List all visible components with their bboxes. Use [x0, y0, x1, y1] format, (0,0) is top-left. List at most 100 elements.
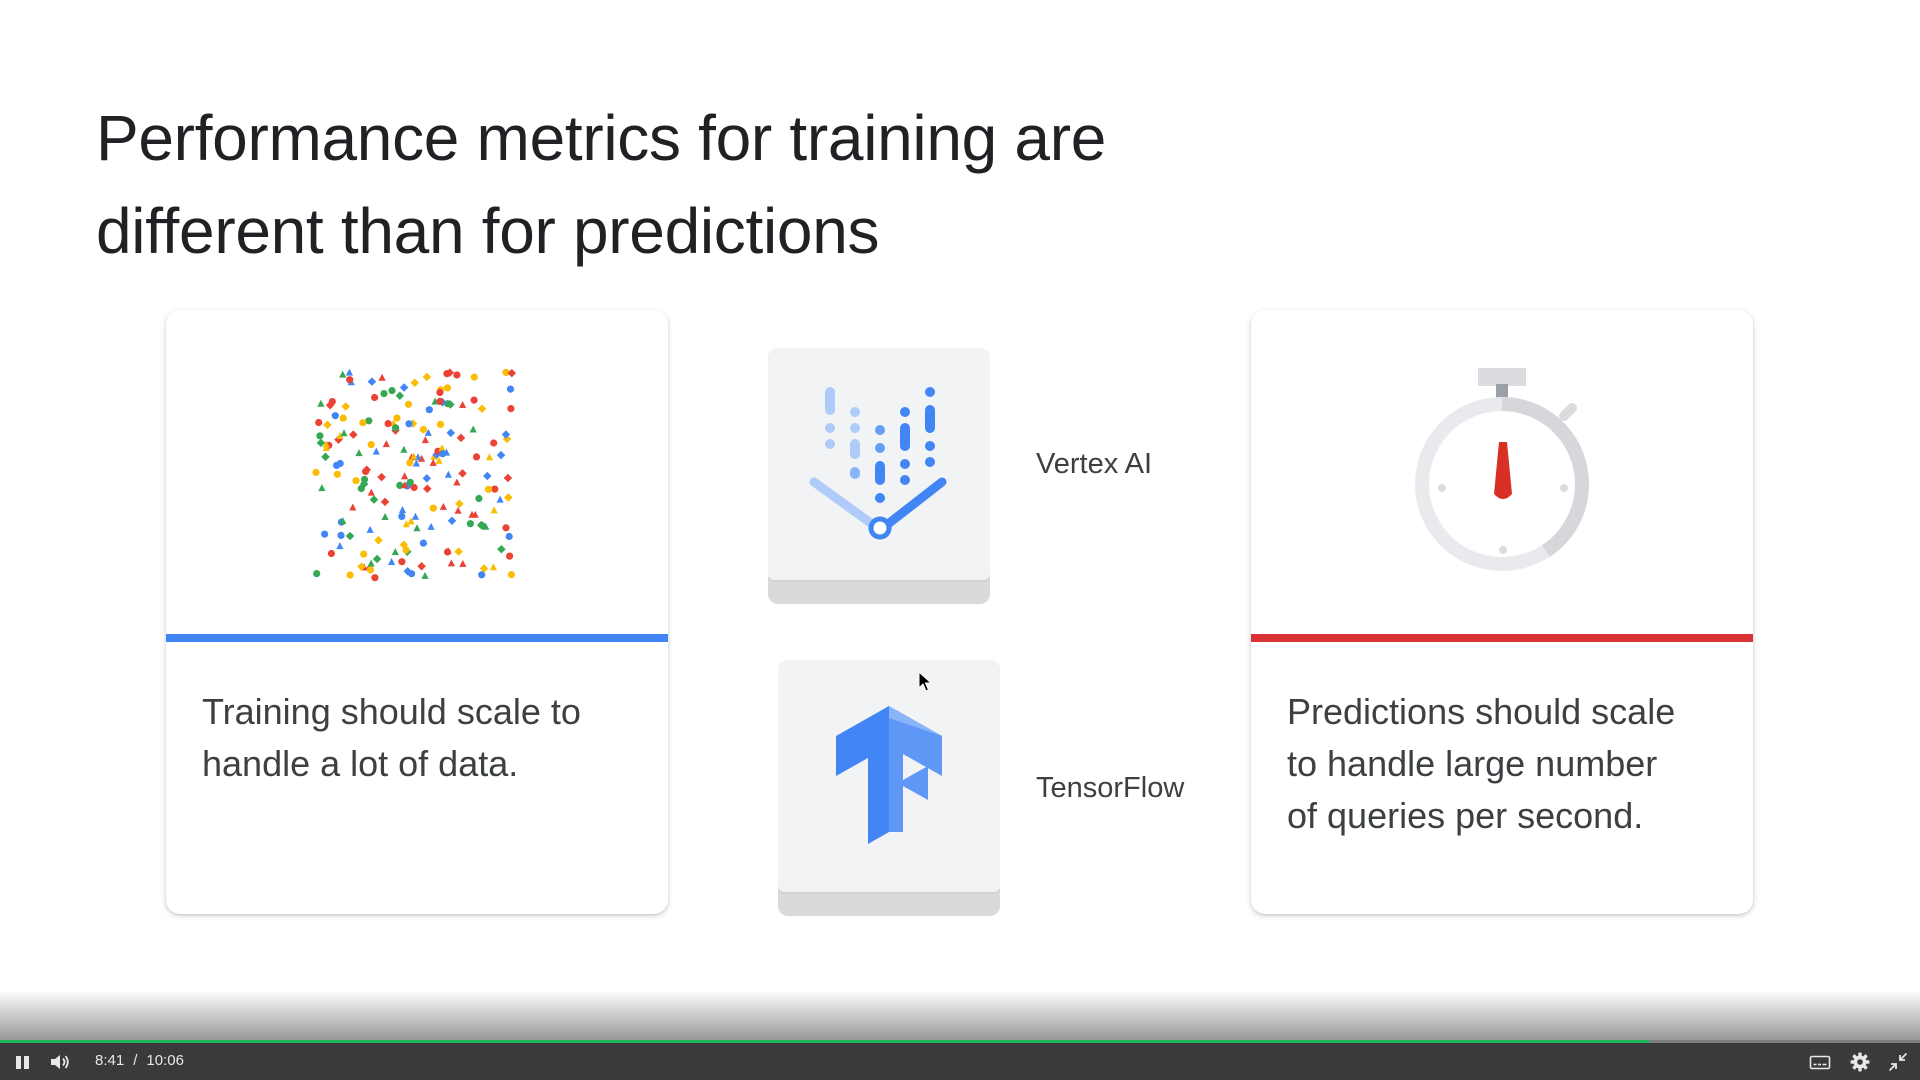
scatter-dot	[447, 516, 457, 526]
data-points-icon	[312, 368, 517, 582]
scatter-dot	[333, 461, 341, 469]
tensorflow-logo-icon	[836, 706, 942, 844]
scatter-dot	[367, 488, 375, 496]
scatter-dot	[367, 377, 377, 386]
scatter-dot	[502, 524, 510, 532]
scatter-dot	[454, 506, 462, 514]
vertex-ai-tile	[768, 348, 990, 604]
scatter-dot	[359, 419, 367, 427]
slide-title-line-2: different than for predictions	[96, 195, 880, 267]
predictions-text-line-1: Predictions should scale	[1287, 691, 1676, 732]
scatter-dot	[327, 549, 335, 558]
scatter-dot	[312, 468, 320, 476]
progress-bar[interactable]	[0, 1040, 1920, 1043]
exit-fullscreen-button[interactable]	[1886, 1050, 1910, 1074]
scatter-dot	[331, 412, 339, 420]
scatter-dot	[362, 467, 370, 476]
scatter-dot	[456, 433, 466, 443]
scatter-dot	[421, 436, 429, 444]
scatter-dot	[469, 425, 477, 433]
scatter-dot	[346, 376, 354, 384]
captions-button[interactable]	[1808, 1050, 1832, 1074]
scatter-dot	[372, 447, 380, 455]
settings-gear-icon	[1850, 1052, 1870, 1072]
scatter-dot	[367, 441, 375, 449]
scatter-dot	[504, 493, 513, 502]
scatter-dot	[381, 513, 389, 520]
scatter-dot	[425, 406, 433, 414]
vertex-ai-label: Vertex AI	[1036, 448, 1153, 480]
scatter-dot	[333, 470, 341, 478]
time-separator: /	[133, 1052, 138, 1069]
scatter-dot	[382, 440, 390, 448]
scatter-dot	[384, 420, 392, 428]
scatter-dot	[398, 512, 406, 520]
scatter-dot	[485, 453, 494, 461]
scatter-dot	[398, 558, 406, 566]
scatter-dot	[399, 383, 409, 392]
scatter-dot	[372, 554, 382, 564]
scatter-dot	[427, 522, 435, 530]
scatter-dot	[410, 378, 420, 387]
scatter-dot	[392, 424, 400, 432]
stopwatch-icon	[1415, 368, 1590, 571]
scatter-dot	[349, 503, 357, 511]
scatter-dot	[429, 504, 437, 512]
scatter-dot	[339, 414, 347, 422]
scatter-dot	[369, 495, 379, 504]
tensorflow-label: TensorFlow	[1036, 772, 1185, 804]
scatter-dot	[388, 558, 396, 565]
scatter-dot	[453, 371, 461, 379]
scatter-dot	[380, 390, 388, 398]
scatter-dot	[453, 478, 461, 486]
scatter-dot	[470, 373, 478, 381]
scatter-dot	[398, 506, 407, 514]
scatter-dot	[436, 388, 444, 397]
predictions-text-line-2: to handle large number	[1287, 743, 1658, 784]
scatter-dot	[405, 420, 413, 428]
scatter-dot	[444, 470, 452, 478]
scatter-dot	[360, 550, 368, 558]
scatter-dot	[443, 548, 452, 556]
scatter-dot	[506, 385, 515, 393]
scatter-dot	[436, 420, 445, 428]
scatter-dot	[439, 502, 447, 510]
scatter-dot	[408, 570, 416, 578]
pause-icon	[16, 1056, 29, 1069]
scatter-dot	[345, 368, 353, 376]
scatter-dot	[336, 542, 344, 550]
scatter-dot	[345, 531, 355, 541]
scatter-dot	[413, 524, 421, 532]
scatter-dot	[443, 384, 452, 392]
scatter-dot	[337, 531, 345, 539]
scatter-dot	[490, 439, 498, 447]
scatter-dot	[484, 485, 493, 493]
scatter-dot	[378, 373, 386, 381]
scatter-dot	[455, 499, 464, 508]
scatter-dot	[402, 546, 410, 554]
scatter-dot	[323, 420, 332, 430]
scatter-dot	[439, 450, 447, 458]
training-card: Training should scale to handle a lot of…	[166, 310, 668, 914]
volume-icon	[51, 1055, 69, 1069]
scatter-dot	[317, 399, 325, 407]
volume-button[interactable]	[48, 1050, 72, 1074]
scatter-dot	[507, 405, 515, 413]
slide-title: Performance metrics for training are dif…	[96, 92, 1396, 278]
scatter-dot	[406, 478, 414, 486]
predictions-accent-rule	[1251, 634, 1753, 642]
scatter-dot	[349, 430, 358, 439]
scatter-dot	[454, 547, 463, 556]
settings-button[interactable]	[1848, 1050, 1872, 1074]
scatter-dot	[422, 473, 432, 483]
tensorflow-tile	[778, 660, 1000, 916]
scatter-dot	[417, 562, 426, 571]
scatter-dot	[352, 477, 360, 485]
vertex-ai-logo-icon	[809, 387, 947, 540]
scatter-dot	[429, 458, 437, 466]
scatter-dot	[315, 418, 323, 427]
exit-fullscreen-icon	[1888, 1052, 1908, 1072]
stopwatch-illustration	[1251, 310, 1753, 634]
pause-button[interactable]	[14, 1050, 32, 1074]
video-stage[interactable]: Performance metrics for training are dif…	[0, 0, 1920, 1080]
